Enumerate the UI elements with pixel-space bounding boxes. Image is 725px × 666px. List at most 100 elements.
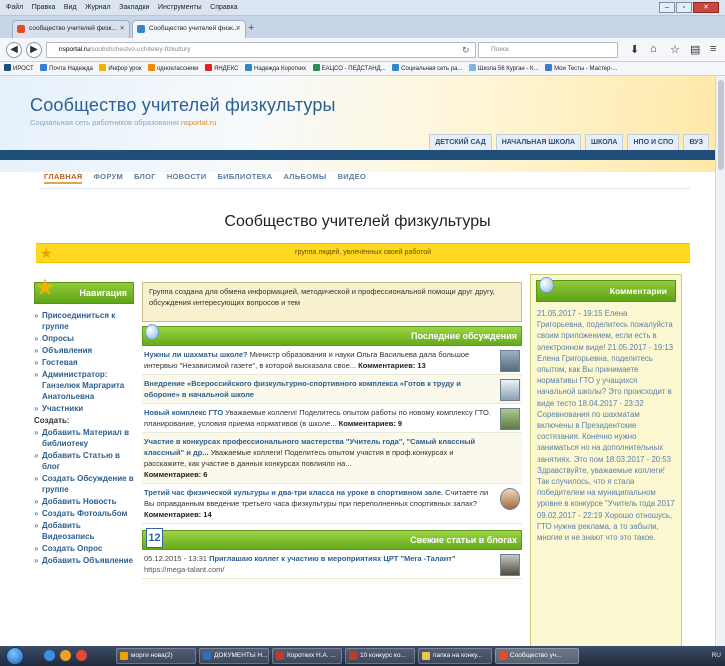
nav-link-polls[interactable]: Опросы bbox=[34, 333, 134, 344]
avatar[interactable] bbox=[500, 488, 520, 510]
bookmark-item[interactable]: ЕАЦСО - ПЕДСТАНД... bbox=[312, 62, 386, 75]
create-link-photoalbum[interactable]: Создать Фотоальбом bbox=[34, 508, 134, 519]
clipboard-icon[interactable]: ▤ bbox=[690, 43, 700, 56]
taskbar-item[interactable]: 10 конкурс ко... bbox=[345, 648, 415, 664]
menu-history[interactable]: Журнал bbox=[85, 4, 111, 11]
nav-link-guestbook[interactable]: Гостевая bbox=[34, 357, 134, 368]
taskbar-item[interactable]: Сообщество уч... bbox=[495, 648, 579, 664]
taskbar-item[interactable]: морги нова(2) bbox=[116, 648, 196, 664]
menu-file[interactable]: Файл bbox=[6, 4, 23, 11]
window-controls: – ▫ ✕ bbox=[659, 2, 719, 13]
minimize-icon[interactable]: – bbox=[659, 2, 675, 13]
star-icon: ★ bbox=[40, 245, 53, 261]
level-tab-kindergarten[interactable]: ДЕТСКИЙ САД bbox=[429, 134, 492, 150]
address-bar[interactable]: nsportal.ru/soobshchestvo-uchiteley-fizk… bbox=[46, 42, 476, 58]
firefox-launch-icon[interactable] bbox=[76, 650, 87, 661]
bookmark-item[interactable]: ИРОСТ bbox=[4, 62, 34, 75]
article-url[interactable]: https://mega-talant.com/ bbox=[144, 565, 224, 574]
menu-edit[interactable]: Правка bbox=[32, 4, 56, 11]
close-tab-icon[interactable]: ✕ bbox=[236, 21, 241, 37]
maximize-icon[interactable]: ▫ bbox=[676, 2, 692, 13]
search-input[interactable]: Поиск bbox=[478, 42, 618, 58]
bookmark-item[interactable]: Инфор урок bbox=[99, 62, 141, 75]
taskbar-item[interactable]: папка на конку... bbox=[418, 648, 492, 664]
level-tab-primary[interactable]: НАЧАЛЬНАЯ ШКОЛА bbox=[495, 134, 581, 150]
menu-tools[interactable]: Инструменты bbox=[158, 4, 202, 11]
nav-link-admin[interactable]: Администратор: Ганзелюк Маргарита Анатол… bbox=[34, 369, 134, 402]
new-tab-icon[interactable]: + bbox=[248, 22, 254, 34]
nav-library[interactable]: БИБЛИОТЕКА bbox=[217, 172, 272, 184]
discussion-title[interactable]: Нужны ли шахматы школе? bbox=[144, 350, 248, 359]
menu-icon[interactable]: ≡ bbox=[710, 43, 716, 55]
bookmark-item[interactable]: Социальная сеть ра... bbox=[392, 62, 463, 75]
taskbar-item[interactable]: ДОКУМЕНТЫ Н... bbox=[199, 648, 269, 664]
bookmark-item[interactable]: одноклассники bbox=[147, 62, 199, 75]
nav-home[interactable]: ГЛАВНАЯ bbox=[44, 172, 83, 184]
close-window-icon[interactable]: ✕ bbox=[693, 2, 719, 13]
comments-feed[interactable]: 21.05.2017 - 19:15 Елена Григорьевна, по… bbox=[531, 302, 681, 549]
tab-label: Сообщество учителей физк... bbox=[149, 25, 239, 32]
avatar[interactable] bbox=[500, 554, 520, 576]
articles-header: 12 Свежие статьи в блогах bbox=[142, 528, 522, 550]
level-tab-university[interactable]: ВУЗ bbox=[683, 134, 709, 150]
avatar[interactable] bbox=[500, 379, 520, 401]
site-title[interactable]: Сообщество учителей физкультуры bbox=[30, 95, 336, 116]
nav-link-members[interactable]: Участники bbox=[34, 403, 134, 414]
start-button-icon[interactable] bbox=[6, 647, 24, 665]
browser-tab-2[interactable]: Сообщество учителей физк... ✕ bbox=[132, 20, 246, 38]
browser-tab-1[interactable]: сообщество учителей физк... ✕ bbox=[12, 20, 130, 38]
create-link-announcement[interactable]: Добавить Объявление bbox=[34, 555, 134, 566]
nav-video[interactable]: ВИДЕО bbox=[338, 172, 367, 184]
bookmark-item[interactable]: ЯНДЕКС bbox=[205, 62, 239, 75]
education-level-tabs: ДЕТСКИЙ САД НАЧАЛЬНАЯ ШКОЛА ШКОЛА НПО И … bbox=[429, 134, 709, 150]
article-item: 05.12.2015 - 13:31 Приглашаю коллег к уч… bbox=[142, 550, 522, 579]
level-tab-vocational[interactable]: НПО И СПО bbox=[627, 134, 680, 150]
brand-link[interactable]: nsportal.ru bbox=[181, 118, 216, 127]
forward-arrow-icon[interactable]: ▶ bbox=[26, 42, 42, 58]
avatar[interactable] bbox=[500, 408, 520, 430]
taskbar-item[interactable]: Коротких Н.А. ... bbox=[272, 648, 342, 664]
discussions-header: Последние обсуждения bbox=[142, 324, 522, 346]
comments-count: 9 bbox=[397, 419, 403, 428]
avatar[interactable] bbox=[500, 350, 520, 372]
nav-albums[interactable]: АЛЬБОМЫ bbox=[284, 172, 327, 184]
nav-link-announcements[interactable]: Объявления bbox=[34, 345, 134, 356]
bookmark-item[interactable]: Школа 56 Курган - К... bbox=[469, 62, 539, 75]
folder-launch-icon[interactable] bbox=[60, 650, 71, 661]
discussion-title[interactable]: Внедрение «Всероссийского физкультурно-с… bbox=[144, 379, 461, 399]
star-icon[interactable]: ☆ bbox=[670, 43, 680, 56]
bookmark-item[interactable]: Мои Тесты - Мастер-... bbox=[545, 62, 617, 75]
scrollbar-thumb[interactable] bbox=[718, 80, 724, 170]
discussion-title[interactable]: Третий час физической культуры и два-три… bbox=[144, 488, 443, 497]
download-icon[interactable]: ⬇ bbox=[630, 43, 639, 56]
site-subtitle: Социальная сеть работников образования n… bbox=[30, 118, 217, 127]
close-tab-icon[interactable]: ✕ bbox=[120, 21, 125, 37]
menu-view[interactable]: Вид bbox=[64, 4, 77, 11]
level-tab-school[interactable]: ШКОЛА bbox=[584, 134, 624, 150]
comments-count: 6 bbox=[203, 470, 208, 479]
nav-blog[interactable]: БЛОГ bbox=[134, 172, 156, 184]
balloon-icon bbox=[539, 277, 554, 293]
reload-icon[interactable]: ↻ bbox=[462, 42, 470, 58]
create-link-news[interactable]: Добавить Новость bbox=[34, 496, 134, 507]
web-page: Сообщество учителей физкультуры Социальн… bbox=[0, 76, 715, 646]
create-link-material[interactable]: Добавить Материал в библиотеку bbox=[34, 427, 134, 449]
bookmark-item[interactable]: Почта Надежда bbox=[40, 62, 93, 75]
page-scrollbar[interactable] bbox=[715, 76, 725, 646]
back-arrow-icon[interactable]: ◀ bbox=[6, 42, 22, 58]
nav-link-join[interactable]: Присоединиться к группе bbox=[34, 310, 134, 332]
discussion-title[interactable]: Новый комплекс ГТО bbox=[144, 408, 223, 417]
create-link-discussion[interactable]: Создать Обсуждение в группе bbox=[34, 473, 134, 495]
menu-bookmarks[interactable]: Закладки bbox=[119, 4, 149, 11]
create-link-article[interactable]: Добавить Статью в блог bbox=[34, 450, 134, 472]
article-title[interactable]: Приглашаю коллег к участию в мероприятия… bbox=[209, 554, 455, 563]
menu-help[interactable]: Справка bbox=[210, 4, 237, 11]
home-icon[interactable]: ⌂ bbox=[650, 43, 657, 55]
create-link-poll[interactable]: Создать Опрос bbox=[34, 543, 134, 554]
browser-launch-icon[interactable] bbox=[44, 650, 55, 661]
nav-forum[interactable]: ФОРУМ bbox=[93, 172, 123, 184]
nav-news[interactable]: НОВОСТИ bbox=[167, 172, 207, 184]
create-link-video[interactable]: Добавить Видеозапись bbox=[34, 520, 134, 542]
bookmark-item[interactable]: Надежда Коротких bbox=[245, 62, 306, 75]
language-indicator[interactable]: RU bbox=[712, 652, 721, 659]
